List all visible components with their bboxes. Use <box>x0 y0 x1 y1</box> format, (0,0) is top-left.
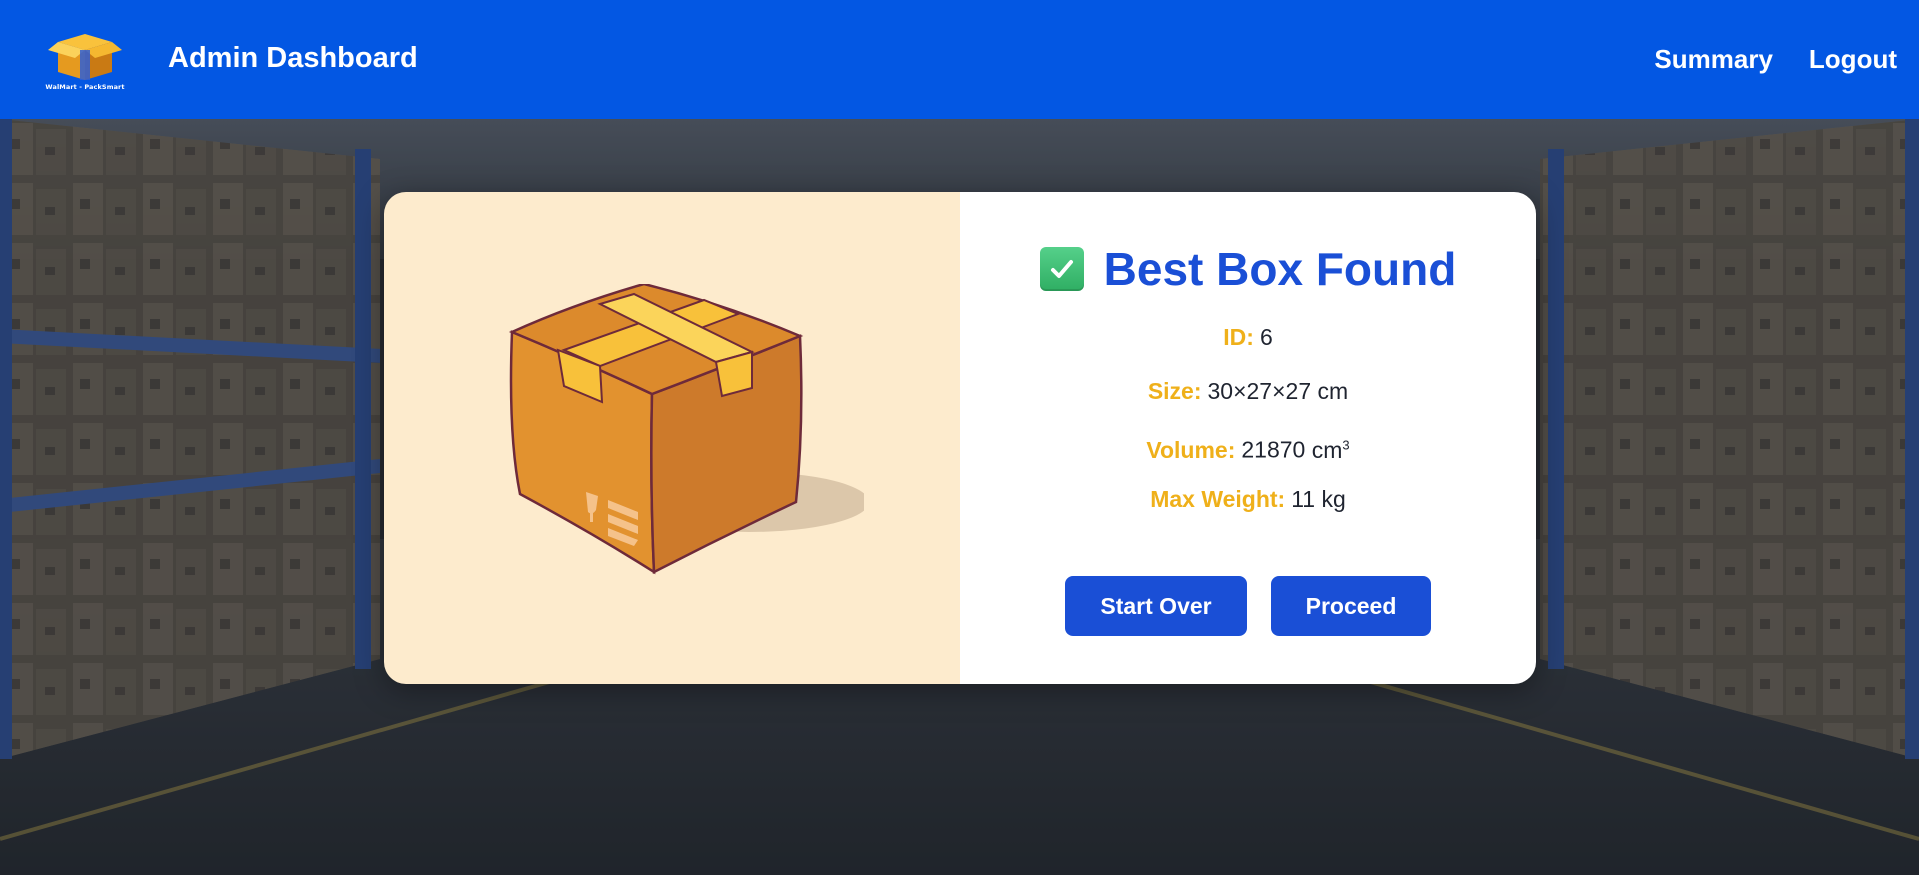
check-box-icon <box>1039 247 1084 291</box>
nav-link-logout[interactable]: Logout <box>1809 44 1897 75</box>
result-heading: Best Box Found <box>960 242 1536 296</box>
detail-label: ID: <box>1223 324 1254 350</box>
cardboard-box-illustration <box>508 284 864 575</box>
detail-value: 11 <box>1291 486 1316 512</box>
proceed-button[interactable]: Proceed <box>1271 576 1431 636</box>
detail-unit: cm <box>1317 378 1349 404</box>
detail-unit: cm3 <box>1311 436 1350 463</box>
nav-links: Summary Logout <box>1654 44 1897 75</box>
detail-volume: Volume: 21870 cm3 <box>960 428 1536 482</box>
box-details-list: ID: 6 Size: 30×27×27 cm Volume: 21870 cm3 M… <box>960 320 1536 536</box>
start-over-button[interactable]: Start Over <box>1065 576 1247 636</box>
detail-unit: kg <box>1321 486 1346 512</box>
detail-value: 6 <box>1259 324 1273 350</box>
brand-logo[interactable]: WalMart - PackSmart <box>40 30 130 92</box>
detail-value: 30×27×27 <box>1207 378 1312 404</box>
detail-size: Size: 30×27×27 cm <box>960 374 1536 428</box>
card-actions: Start Over Proceed <box>960 576 1536 636</box>
box-image-panel <box>384 192 960 684</box>
box-logo-icon <box>48 34 122 80</box>
app-title: Admin Dashboard <box>168 42 418 74</box>
best-box-card: Best Box Found ID: 6 Size: 30×27×27 cm Vol… <box>384 192 1536 684</box>
detail-label: Size: <box>1147 378 1202 404</box>
detail-value: 21870 <box>1241 436 1306 463</box>
detail-max-weight: Max Weight: 11 kg <box>960 482 1536 536</box>
box-details-panel: Best Box Found ID: 6 Size: 30×27×27 cm Vol… <box>960 192 1536 684</box>
nav-link-summary[interactable]: Summary <box>1654 44 1773 75</box>
result-title: Best Box Found <box>1103 243 1457 295</box>
detail-id: ID: 6 <box>960 320 1536 374</box>
navbar: WalMart - PackSmart Admin Dashboard Summ… <box>0 0 1919 119</box>
detail-label: Max Weight: <box>1150 486 1286 512</box>
logo-caption: WalMart - PackSmart <box>45 83 125 91</box>
detail-label: Volume: <box>1146 436 1236 463</box>
